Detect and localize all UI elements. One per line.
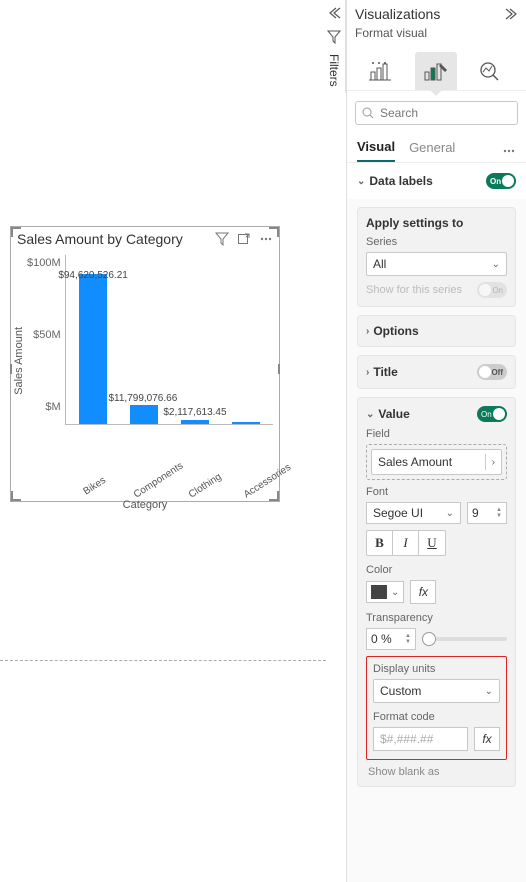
series-label: Series (366, 236, 507, 248)
filters-pane-label[interactable]: Filters (327, 54, 341, 87)
filter-icon[interactable] (215, 232, 229, 246)
analytics-tab[interactable] (470, 52, 512, 90)
show-for-series-toggle: On (477, 282, 507, 298)
focus-mode-icon[interactable] (237, 232, 251, 246)
color-label: Color (366, 564, 507, 576)
transparency-slider[interactable] (422, 637, 507, 641)
data-labels-section-label[interactable]: Data labels (369, 174, 432, 188)
filters-funnel-icon[interactable] (327, 30, 341, 44)
chart-visual[interactable]: Sales Amount by Category Sales Amount $1… (10, 226, 280, 502)
format-visual-subtitle: Format visual (347, 24, 526, 46)
chevron-down-icon[interactable]: ⌄ (366, 409, 374, 420)
collapse-filters-icon[interactable] (327, 6, 341, 20)
format-visual-tab[interactable] (415, 52, 457, 90)
value-toggle[interactable]: On (477, 406, 507, 422)
transparency-input[interactable]: 0 %▲▼ (366, 628, 416, 650)
series-select[interactable]: All ⌄ (366, 252, 507, 276)
expand-pane-icon[interactable] (504, 7, 518, 21)
options-section[interactable]: ›Options (357, 315, 516, 347)
x-axis-tick-labels: Bikes Components Clothing Accessories (11, 469, 279, 499)
display-units-label: Display units (373, 663, 500, 675)
search-input[interactable]: Search (355, 101, 518, 125)
tab-visual[interactable]: Visual (357, 139, 395, 162)
x-axis-label: Category (11, 499, 279, 511)
format-code-input[interactable]: $#,###.## (373, 727, 468, 751)
font-label: Font (366, 486, 507, 498)
field-label: Field (366, 428, 507, 440)
fx-color-button[interactable]: fx (410, 580, 436, 604)
data-labels-toggle[interactable]: On (486, 173, 516, 189)
build-visual-tab[interactable] (361, 52, 403, 90)
chart-title: Sales Amount by Category (17, 231, 215, 247)
chart-plot-area: $94,620,526.21 $11,799,076.66 $2,117,613… (65, 255, 273, 425)
y-axis-label: Sales Amount (11, 327, 27, 395)
field-dropdown[interactable]: Sales Amount › (371, 449, 502, 475)
transparency-label: Transparency (366, 612, 507, 624)
search-icon (362, 107, 374, 119)
display-units-select[interactable]: Custom ⌄ (373, 679, 500, 703)
title-toggle[interactable]: Off (477, 364, 507, 380)
tab-general[interactable]: General (409, 140, 455, 161)
font-size-input[interactable]: 9▲▼ (467, 502, 507, 524)
title-section[interactable]: ›Title Off (357, 355, 516, 389)
show-blank-as-label: Show blank as (366, 766, 507, 778)
page-boundary (0, 660, 326, 661)
visualizations-title: Visualizations (355, 6, 440, 22)
apply-settings-title: Apply settings to (366, 216, 507, 230)
tab-more-icon[interactable] (502, 144, 516, 158)
show-for-series-label: Show for this series (366, 284, 462, 296)
format-code-label: Format code (373, 711, 500, 723)
underline-button[interactable]: U (419, 531, 445, 555)
font-family-select[interactable]: Segoe UI⌄ (366, 502, 461, 524)
fx-format-button[interactable]: fx (474, 727, 500, 751)
value-section-label[interactable]: Value (378, 407, 409, 421)
bold-button[interactable]: B (367, 531, 393, 555)
chevron-down-icon[interactable]: ⌄ (357, 176, 365, 187)
italic-button[interactable]: I (393, 531, 419, 555)
color-picker[interactable]: ⌄ (366, 581, 404, 603)
